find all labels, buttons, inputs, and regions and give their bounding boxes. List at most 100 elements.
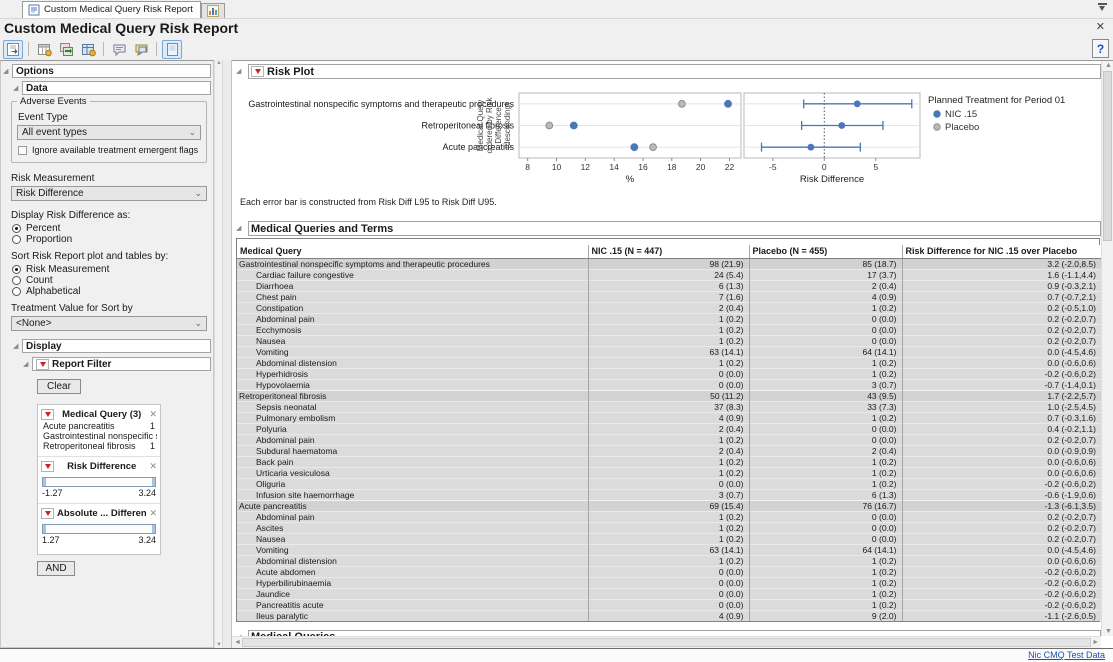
radio-icon[interactable] [12, 265, 21, 274]
table-row[interactable]: Abdominal pain1 (0.2)0 (0.0)0.2 (-0.2,0.… [237, 511, 1101, 522]
table-row[interactable]: Vomiting63 (14.1)64 (14.1)0.0 (-4.5,4.6) [237, 544, 1101, 555]
table-row[interactable]: Ecchymosis1 (0.2)0 (0.0)0.2 (-0.2,0.7) [237, 324, 1101, 335]
column-header[interactable]: NIC .15 (N = 447) [588, 245, 749, 258]
filter-item[interactable]: Acute pancreatitis1 [41, 421, 157, 431]
filter-item[interactable]: Retroperitoneal fibrosis1 [41, 441, 157, 451]
radio-sort-count[interactable]: Count [11, 275, 211, 285]
remove-filter-icon[interactable]: ✕ [149, 409, 157, 420]
data-header[interactable]: Data [22, 81, 211, 95]
table-row[interactable]: Vomiting63 (14.1)64 (14.1)0.0 (-4.5,4.6) [237, 346, 1101, 357]
table-row[interactable]: Polyuria2 (0.4)0 (0.0)0.4 (-0.2,1.1) [237, 423, 1101, 434]
table-row[interactable]: Cardiac failure congestive24 (5.4)17 (3.… [237, 269, 1101, 280]
medical-queries-terms-header[interactable]: Medical Queries and Terms [248, 221, 1101, 236]
red-triangle-menu-icon[interactable] [251, 66, 264, 77]
red-triangle-menu-icon[interactable] [41, 508, 54, 519]
table-row[interactable]: Chest pain7 (1.6)4 (0.9)0.7 (-0.7,2.1) [237, 291, 1101, 302]
radio-icon[interactable] [12, 287, 21, 296]
table-row[interactable]: Hyperbilirubinaemia0 (0.0)1 (0.2)-0.2 (-… [237, 577, 1101, 588]
risk-difference-range-slider[interactable] [42, 477, 156, 487]
and-button[interactable]: AND [37, 561, 75, 576]
scrollbar-thumb[interactable] [1103, 71, 1112, 241]
table-row[interactable]: Abdominal pain1 (0.2)0 (0.0)0.2 (-0.2,0.… [237, 434, 1101, 445]
remove-filter-icon[interactable]: ✕ [149, 461, 157, 472]
layout-icon[interactable] [162, 40, 182, 59]
options-header[interactable]: Options [12, 64, 211, 78]
status-data-link[interactable]: Nic CMQ Test Data [1028, 650, 1105, 660]
table-row[interactable]: Oliguria0 (0.0)1 (0.2)-0.2 (-0.6,0.2) [237, 478, 1101, 489]
table-row[interactable]: Abdominal distension1 (0.2)1 (0.2)0.0 (-… [237, 357, 1101, 368]
absolute-difference-range-slider[interactable] [42, 524, 156, 534]
table-row[interactable]: Acute pancreatitis69 (15.4)76 (16.7)-1.3… [237, 500, 1101, 511]
radio-icon[interactable] [12, 276, 21, 285]
scroll-left-arrow[interactable]: ◄ [234, 639, 241, 646]
range-handle-max[interactable] [152, 525, 155, 533]
table-row[interactable]: Constipation2 (0.4)1 (0.2)0.2 (-0.5,1.0) [237, 302, 1101, 313]
table-row[interactable]: Jaundice0 (0.0)1 (0.2)-0.2 (-0.6,0.2) [237, 588, 1101, 599]
range-handle-min[interactable] [43, 478, 46, 486]
display-header[interactable]: Display [22, 339, 211, 353]
collapse-icon[interactable]: ◢ [236, 225, 245, 232]
table-row[interactable]: Acute abdomen0 (0.0)1 (0.2)-0.2 (-0.6,0.… [237, 566, 1101, 577]
table-row[interactable]: Retroperitoneal fibrosis50 (11.2)43 (9.5… [237, 390, 1101, 401]
table-row[interactable]: Subdural haematoma2 (0.4)2 (0.4)0.0 (-0.… [237, 445, 1101, 456]
vertical-scrollbar[interactable]: ▲ ▼ [1101, 61, 1113, 636]
collapse-icon[interactable]: ◢ [3, 68, 12, 75]
range-handle-min[interactable] [43, 525, 46, 533]
table-row[interactable]: Abdominal pain1 (0.2)0 (0.0)0.2 (-0.2,0.… [237, 313, 1101, 324]
clear-button[interactable]: Clear [37, 379, 81, 394]
remove-filter-icon[interactable]: ✕ [149, 508, 157, 519]
table-row[interactable]: Pancreatitis acute0 (0.0)1 (0.2)-0.2 (-0… [237, 599, 1101, 610]
table-row[interactable]: Ileus paralytic4 (0.9)9 (2.0)-1.1 (-2.6,… [237, 610, 1101, 621]
new-data-table-icon[interactable] [34, 40, 54, 59]
pin-icon[interactable] [1098, 3, 1107, 12]
scroll-up-arrow[interactable]: ▲ [216, 60, 222, 66]
collapse-icon[interactable]: ◢ [236, 68, 245, 75]
red-triangle-menu-icon[interactable] [41, 461, 54, 472]
column-header[interactable]: Risk Difference for NIC .15 over Placebo [902, 245, 1101, 258]
table-row[interactable]: Ascites1 (0.2)0 (0.0)0.2 (-0.2,0.7) [237, 522, 1101, 533]
help-button[interactable]: ? [1092, 39, 1109, 58]
scroll-up-arrow[interactable]: ▲ [1105, 62, 1112, 69]
tab-risk-report[interactable]: Custom Medical Query Risk Report [22, 1, 201, 18]
table-row[interactable]: Pulmonary embolism4 (0.9)1 (0.2)0.7 (-0.… [237, 412, 1101, 423]
radio-sort-risk-measurement[interactable]: Risk Measurement [11, 264, 211, 274]
table-row[interactable]: Hypovolaemia0 (0.0)3 (0.7)-0.7 (-1.4,0.1… [237, 379, 1101, 390]
horizontal-scrollbar[interactable]: ◄ ► [232, 636, 1101, 648]
collapse-icon[interactable]: ◢ [13, 85, 22, 92]
event-type-select[interactable]: All event types ⌄ [17, 125, 201, 140]
make-into-data-table-icon[interactable] [56, 40, 76, 59]
scroll-right-arrow[interactable]: ► [1092, 639, 1099, 646]
risk-plot-svg[interactable]: Gastrointestinal nonspecific symptoms an… [236, 81, 1101, 193]
scroll-down-arrow[interactable]: ▼ [1105, 628, 1112, 635]
radio-icon[interactable] [12, 235, 21, 244]
range-handle-max[interactable] [152, 478, 155, 486]
red-triangle-menu-icon[interactable] [36, 359, 49, 370]
table-row[interactable]: Back pain1 (0.2)1 (0.2)0.0 (-0.6,0.6) [237, 456, 1101, 467]
table-row[interactable]: Abdominal distension1 (0.2)1 (0.2)0.0 (-… [237, 555, 1101, 566]
table-row[interactable]: Nausea1 (0.2)0 (0.0)0.2 (-0.2,0.7) [237, 533, 1101, 544]
sidebar-scrollbar[interactable]: ▲ ▼ [214, 60, 222, 648]
table-row[interactable]: Sepsis neonatal37 (8.3)33 (7.3)1.0 (-2.5… [237, 401, 1101, 412]
table-row[interactable]: Gastrointestinal nonspecific symptoms an… [237, 258, 1101, 269]
radio-display-as-percent[interactable]: Percent [11, 223, 211, 233]
collapse-icon[interactable]: ◢ [23, 361, 32, 368]
sticky-annotation-icon[interactable] [131, 40, 151, 59]
table-row[interactable]: Infusion site haemorrhage3 (0.7)6 (1.3)-… [237, 489, 1101, 500]
column-header[interactable]: Placebo (N = 455) [749, 245, 902, 258]
filter-item[interactable]: Gastrointestinal nonspecific s...1 [41, 431, 157, 441]
column-header[interactable]: Medical Query [237, 245, 588, 258]
table-row[interactable]: Hyperhidrosis0 (0.0)1 (0.2)-0.2 (-0.6,0.… [237, 368, 1101, 379]
table-row[interactable]: Diarrhoea6 (1.3)2 (0.4)0.9 (-0.3,2.1) [237, 280, 1101, 291]
scrollbar-thumb[interactable] [242, 638, 1091, 647]
ignore-flags-checkbox[interactable] [18, 146, 27, 155]
report-filter-header[interactable]: Report Filter [32, 357, 211, 371]
table-row[interactable]: Nausea1 (0.2)0 (0.0)0.2 (-0.2,0.7) [237, 335, 1101, 346]
risk-plot-header[interactable]: Risk Plot [248, 64, 1101, 79]
risk-measurement-select[interactable]: Risk Difference ⌄ [11, 186, 207, 201]
red-triangle-menu-icon[interactable] [41, 409, 54, 420]
radio-icon[interactable] [12, 224, 21, 233]
treatment-value-select[interactable]: <None> ⌄ [11, 316, 207, 331]
panel-splitter[interactable] [222, 60, 232, 648]
radio-display-as-proportion[interactable]: Proportion [11, 234, 211, 244]
make-combined-table-icon[interactable] [78, 40, 98, 59]
